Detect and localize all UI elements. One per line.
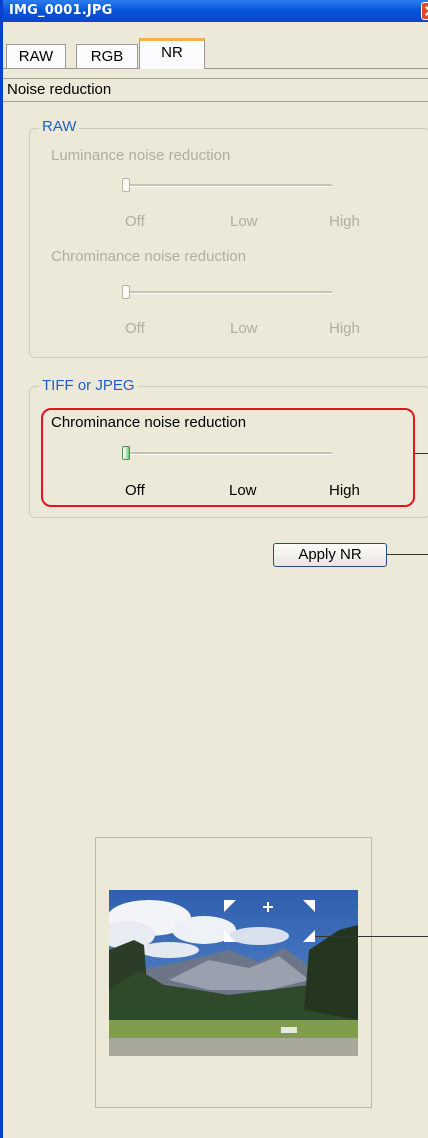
crosshair-icon-h <box>263 906 273 908</box>
raw-chrominance-tick-high: High <box>329 320 360 337</box>
tiff-chrominance-tick-high: High <box>329 482 360 499</box>
tiff-jpeg-group-legend: TIFF or JPEG <box>39 377 138 394</box>
raw-chrominance-tick-low: Low <box>230 320 258 337</box>
section-header: Noise reduction <box>3 78 428 102</box>
raw-chrominance-slider-track <box>125 291 332 294</box>
tab-nr[interactable]: NR <box>139 38 205 69</box>
tiff-chrominance-tick-off: Off <box>125 482 145 499</box>
tiff-chrominance-tick-low: Low <box>229 482 257 499</box>
raw-luminance-tick-low: Low <box>230 213 258 230</box>
noise-reduction-window: IMG_0001.JPG RAW RGB NR Noise reduction … <box>0 0 428 1138</box>
crop-corner-bottom-right <box>303 930 315 942</box>
raw-luminance-tick-off: Off <box>125 213 145 230</box>
apply-nr-button[interactable]: Apply NR <box>273 543 387 567</box>
tiff-chrominance-slider-thumb[interactable] <box>122 446 130 460</box>
raw-chrominance-tick-off: Off <box>125 320 145 337</box>
raw-luminance-slider-thumb <box>122 178 130 192</box>
raw-group-legend: RAW <box>39 118 80 135</box>
callout-line-slider <box>415 453 428 454</box>
callout-line-preview <box>315 936 428 937</box>
tab-raw[interactable]: RAW <box>6 44 66 68</box>
raw-luminance-slider-track <box>125 184 332 187</box>
raw-luminance-label: Luminance noise reduction <box>51 147 231 164</box>
tab-rgb[interactable]: RGB <box>76 44 138 68</box>
close-icon[interactable] <box>421 2 428 20</box>
preview-image[interactable] <box>109 890 358 1056</box>
raw-chrominance-label: Chrominance noise reduction <box>51 248 247 265</box>
crop-corner-top-right <box>303 900 315 912</box>
raw-chrominance-slider-thumb <box>122 285 130 299</box>
preview-photo <box>109 890 358 1056</box>
raw-luminance-tick-high: High <box>329 213 360 230</box>
crop-corner-top-left <box>224 900 236 912</box>
callout-line-apply <box>387 554 428 555</box>
window-title: IMG_0001.JPG <box>9 3 113 18</box>
title-bar[interactable]: IMG_0001.JPG <box>3 0 428 22</box>
tiff-chrominance-slider-track <box>127 452 332 455</box>
section-title: Noise reduction <box>7 81 112 98</box>
tiff-chrominance-label: Chrominance noise reduction <box>51 414 247 431</box>
crop-corner-bottom-left <box>224 930 236 942</box>
tab-divider <box>3 68 428 69</box>
